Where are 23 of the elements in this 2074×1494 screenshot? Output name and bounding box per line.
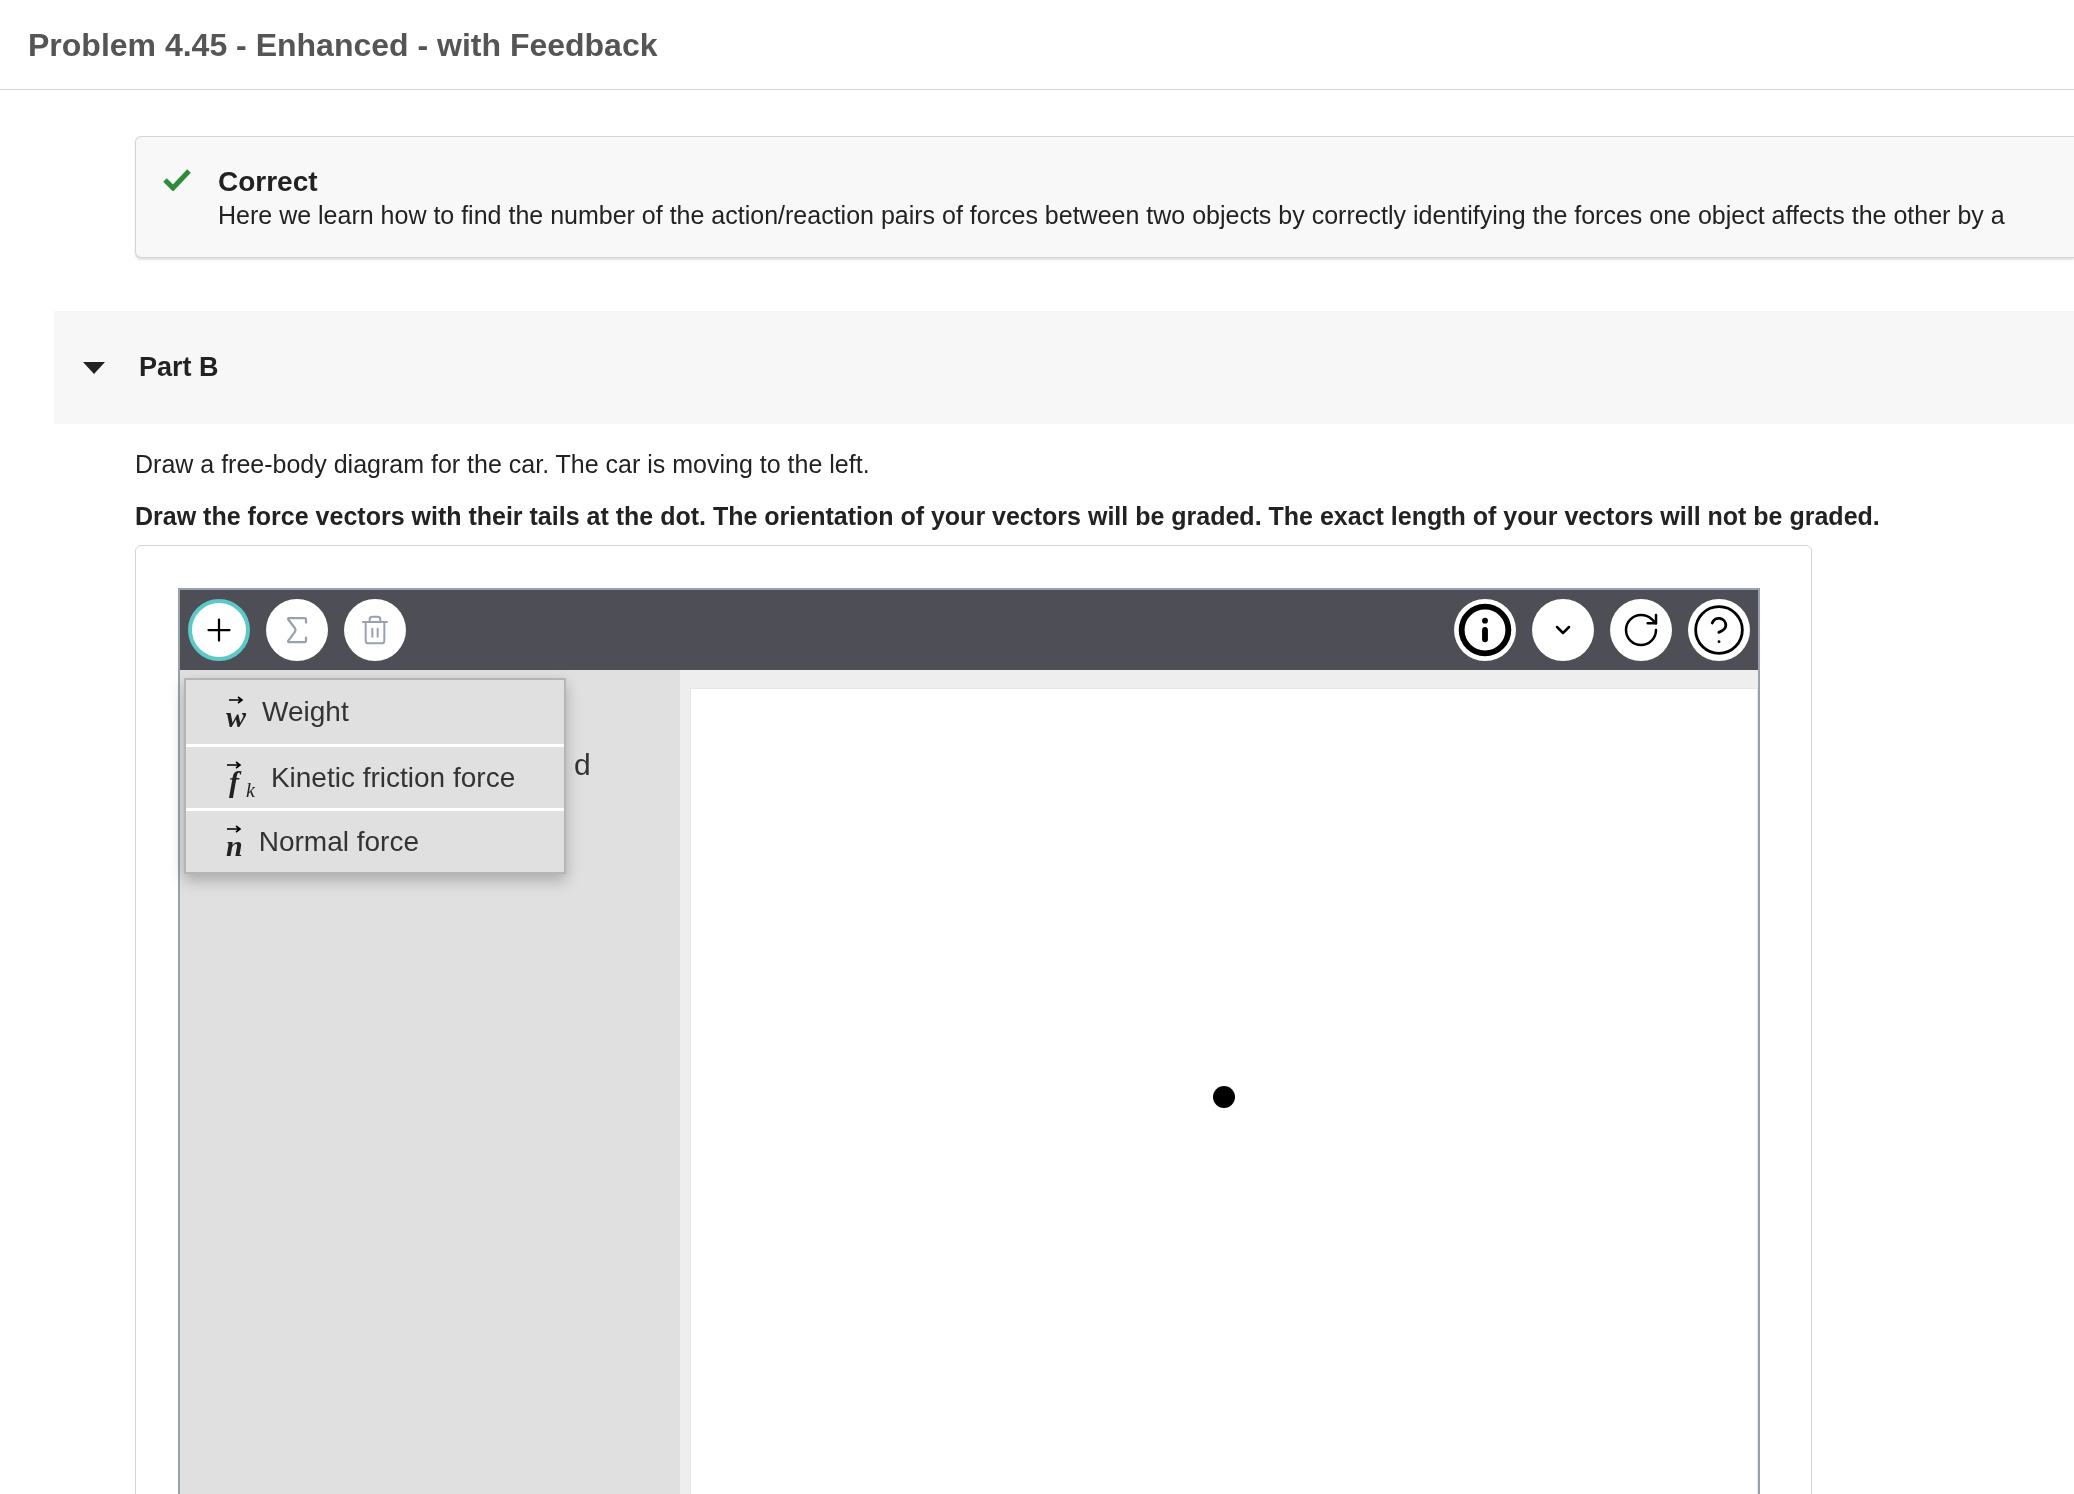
vector-arrow-icon (226, 761, 242, 769)
feedback-status: Correct (218, 165, 319, 199)
question-instruction: Draw the force vectors with their tails at the dot. The orientation of your vectors will be graded. The exact length of your vectors will not be graded. (135, 500, 1881, 532)
menu-item-label: Normal force (258, 824, 419, 859)
vector-arrow-icon (228, 695, 244, 704)
info-icon (1457, 602, 1513, 658)
vector-subscript: k (246, 780, 255, 800)
trash-icon (359, 614, 391, 646)
panel-text: d (574, 748, 591, 781)
page-title: Problem 4.45 - Enhanced - with Feedback (28, 25, 658, 65)
menu-item-label: Weight (262, 695, 349, 729)
part-title: Part B (139, 351, 219, 385)
vector-arrow-icon (226, 825, 243, 833)
feedback-message: Here we learn how to find the number of the action/reaction pairs of forces between two objects by correctly identifying the forces one object affects the other by a (218, 200, 2005, 231)
menu-item-label: Kinetic friction force (270, 760, 516, 795)
vector-symbol: n (226, 834, 243, 858)
vector-symbol: w (226, 704, 246, 729)
part-header[interactable]: Part B (54, 311, 2074, 424)
help-icon (1691, 602, 1747, 658)
question-prompt: Draw a free-body diagram for the car. The car is moving to the left. (135, 449, 871, 480)
menu-item[interactable]: w Weight (186, 680, 564, 744)
menu-item[interactable]: n Normal force (186, 808, 564, 872)
menu-item[interactable]: f k Kinetic friction force (186, 744, 564, 808)
